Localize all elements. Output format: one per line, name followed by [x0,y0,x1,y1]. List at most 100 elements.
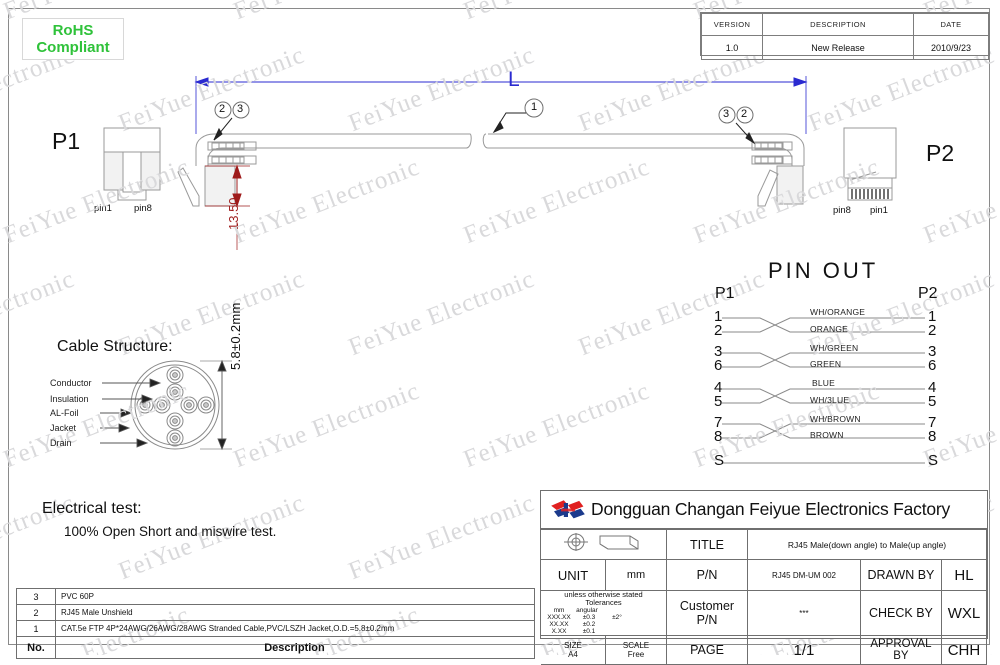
cable-structure-section: Cable Structure: Conductor Insulation AL… [35,338,295,468]
cable-od-label: 5.8±0.2mm [228,302,243,370]
tolerance-range-2: XX.XX [549,621,569,628]
wire-label-green: GREEN [810,359,842,369]
wire-label-wh-orange: WH/ORANGE [810,307,866,317]
bom-row: 1 CAT.5e FTP 4P*24AWG/26AWG/28AWG Strand… [16,620,535,637]
check-by-label: CHECK BY [859,590,942,636]
company-name: Dongguan Changan Feiyue Electronics Fact… [591,499,951,519]
unit-label: UNIT [541,559,606,591]
bom-row: 2 RJ45 Male Unshield [16,604,535,621]
callout-jacket: Jacket [50,423,77,433]
title-value: RJ45 Male(down angle) to Male(up angle) [747,529,987,560]
wire-label-blue: BLUE [812,378,836,388]
page-value: 1/1 [747,635,861,665]
approval-by-value: CHH [940,635,988,665]
tolerance-angular: angular [576,607,598,614]
pinout-left-pin-s: S [714,452,725,469]
wire-label-orange: ORANGE [810,324,849,334]
bom-row: 3 PVC 60P [16,588,535,605]
bom-header-desc: Description [55,636,535,659]
cable-structure-title: Cable Structure: [57,338,173,355]
bom-desc: PVC 60P [55,588,535,605]
title-block-row-2: UNIT mm P/N RJ45 DM-UM 002 DRAWN BY HL [541,559,988,591]
wire-label-wh-blue: WH/3LUE [810,395,850,405]
first-angle-projection-icon [563,533,638,551]
balloon-left-2: 2 [219,103,226,115]
p2-pin8-label: pin8 [833,205,851,216]
drawn-by-value: HL [940,559,988,591]
company-logo-icon [551,499,585,518]
revision-header-version: VERSION [701,13,763,36]
bom-desc: CAT.5e FTP 4P*24AWG/26AWG/28AWG Stranded… [55,620,535,637]
pinout-left-pin-8: 8 [714,428,723,445]
pinout-right-pin-s: S [928,452,939,469]
revision-version: 1.0 [701,35,763,60]
pinout-left-pin-2: 2 [714,322,723,339]
wire-label-brown: BROWN [810,430,844,440]
pinout-title: PIN OUT [768,258,879,283]
electrical-test-title: Electrical test: [42,500,142,517]
tolerance-cell: unless otherwise stated Tolerances mm an… [541,590,667,636]
revision-header-description: DESCRIPTION [762,13,914,36]
customer-pn-value: *** [747,590,861,636]
revision-date: 2010/9/23 [913,35,989,60]
height-dimension-label: 13.50 [226,197,241,230]
title-block-row-1: TITLE RJ45 Male(down angle) to Male(up a… [541,529,987,560]
tolerance-angular-value: ±2° [612,614,622,621]
drawing-sheet: RoHS Compliant VERSION DESCRIPTION DATE … [0,0,1000,665]
bom-table: 3 PVC 60P 2 RJ45 Male Unshield 1 CAT.5e … [16,588,535,659]
customer-pn-label: Customer P/N [666,590,748,636]
approval-by-label: APPROVAL BY [859,635,942,665]
size-label: SIZE [564,641,582,650]
bom-no: 1 [16,620,56,637]
bom-no: 2 [16,604,56,621]
tolerance-range-1: XXX.XX [547,614,571,621]
bom-desc: RJ45 Male Unshield [55,604,535,621]
revision-table: VERSION DESCRIPTION DATE 1.0 New Release… [700,12,990,60]
pn-value: RJ45 DM-UM 002 [747,559,861,591]
drawn-by-label: DRAWN BY [859,559,942,591]
rohs-line-2: Compliant [36,39,110,56]
balloon-center-1: 1 [531,101,538,113]
title-block-row-4: SIZE A4 SCALE Free PAGE 1/1 APPROVAL BY … [541,635,988,665]
pinout-diagram: PIN OUT P1 P2 1 2 3 6 4 5 7 8 S 1 2 3 6 … [700,258,950,473]
wire-label-wh-brown: WH/BROWN [810,414,861,424]
tolerance-range-3: X.XX [551,628,567,635]
company-row: Dongguan Changan Feiyue Electronics Fact… [541,491,987,529]
balloon-left-3: 3 [237,103,244,115]
bom-header-row: No. Description [16,636,535,659]
pinout-left-header: P1 [715,285,735,302]
callout-conductor: Conductor [50,378,92,388]
title-block-row-3: unless otherwise stated Tolerances mm an… [541,590,988,636]
electrical-test-detail: 100% Open Short and miswire test. [64,524,277,539]
p2-pin1-label: pin1 [870,205,888,216]
revision-row: 1.0 New Release 2010/9/23 [701,35,989,60]
p2-label: P2 [926,140,955,166]
callout-insulation: Insulation [50,394,89,404]
tolerance-value-3: ±0.1 [582,628,596,635]
tolerance-value-1: ±0.3 [582,614,596,621]
revision-header-row: VERSION DESCRIPTION DATE [701,13,989,36]
p1-pin1-label: pin1 [94,203,112,214]
balloon-right-3: 3 [723,108,730,120]
tolerance-title: Tolerances [585,598,622,607]
p1-pin8-label: pin8 [134,203,152,214]
pinout-right-pin-2: 2 [928,322,937,339]
page-label: PAGE [666,635,748,665]
wire-label-wh-green: WH/GREEN [810,343,859,353]
pinout-right-pin-6: 6 [928,357,937,374]
title-label: TITLE [666,529,748,560]
tolerance-unit: mm [553,607,565,614]
check-by-value: WXL [940,590,988,636]
bom-no: 3 [16,588,56,605]
pinout-right-header: P2 [918,285,938,302]
revision-header-date: DATE [913,13,989,36]
revision-description: New Release [762,35,914,60]
tolerance-value-2: ±0.2 [582,621,596,628]
projection-symbol-cell [541,529,667,560]
length-dimension-label: L [508,68,520,91]
callout-al-foil: AL-Foil [50,408,79,418]
rohs-line-1: RoHS [52,22,94,39]
unit-value: mm [605,559,667,591]
balloon-right-2: 2 [741,108,748,120]
title-block-grid: TITLE RJ45 Male(down angle) to Male(up a… [541,529,988,665]
